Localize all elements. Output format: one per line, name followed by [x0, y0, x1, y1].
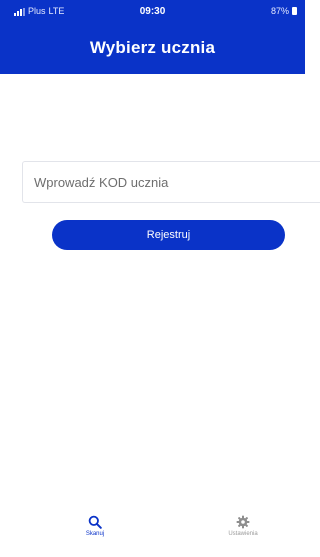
status-bar-right: 87%: [271, 6, 297, 16]
tab-scan[interactable]: Skanuj: [55, 512, 135, 557]
app-header: Plus LTE 09:30 87% Wybierz ucznia: [0, 0, 305, 74]
student-code-input[interactable]: [22, 161, 320, 203]
status-bar: Plus LTE 09:30 87%: [0, 0, 305, 20]
search-icon: [88, 515, 102, 529]
battery-icon: [292, 7, 297, 15]
page-title: Wybierz ucznia: [89, 38, 216, 57]
battery-label: 87%: [270, 6, 289, 16]
tab-settings-label: Ustawienia: [228, 531, 258, 537]
gear-icon: [236, 515, 250, 529]
tab-bar: Skanuj Ustawienia: [0, 512, 305, 557]
tab-scan-label: Skanuj: [85, 531, 105, 537]
status-time: 09:30: [139, 6, 166, 17]
tab-settings[interactable]: Ustawienia: [203, 512, 283, 557]
register-button[interactable]: Rejestruj: [52, 220, 285, 250]
